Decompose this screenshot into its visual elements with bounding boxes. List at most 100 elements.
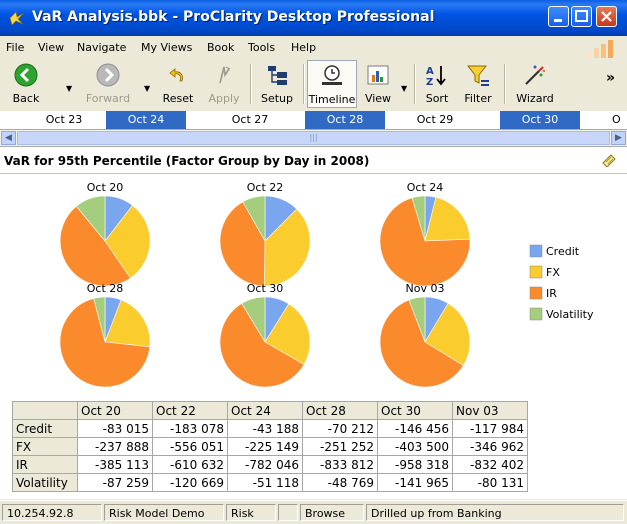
grid-cell[interactable]: -51 118 (227, 473, 303, 492)
grid-column-header[interactable]: Oct 28 (302, 401, 378, 420)
timeline-date-selected[interactable]: Oct 28 (305, 111, 385, 129)
scroll-right-icon[interactable]: ▶ (611, 131, 626, 145)
back-button[interactable]: Back (4, 60, 48, 108)
grid-cell[interactable]: -403 500 (377, 437, 453, 456)
menu-my-views[interactable]: My Views (141, 41, 192, 54)
legend-swatch-credit (529, 244, 543, 258)
grid-cell[interactable]: -225 149 (227, 437, 303, 456)
reset-label: Reset (162, 92, 194, 105)
status-database: Risk Model Demo (104, 504, 224, 521)
grid-column-header[interactable]: Oct 30 (377, 401, 453, 420)
grid-cell[interactable]: -346 962 (452, 437, 528, 456)
grid-cell[interactable]: -141 965 (377, 473, 453, 492)
table-row: FX -237 888 -556 051 -225 149 -251 252 -… (12, 437, 528, 456)
grid-column-header[interactable]: Nov 03 (452, 401, 528, 420)
grid-column-header[interactable]: Oct 20 (77, 401, 153, 420)
grid-cell[interactable]: -782 046 (227, 455, 303, 474)
back-dropdown-icon[interactable]: ▼ (66, 84, 72, 93)
grid-cell[interactable]: -83 015 (77, 419, 153, 438)
grid-cell[interactable]: -833 812 (302, 455, 378, 474)
menu-tools[interactable]: Tools (248, 41, 275, 54)
grid-cell[interactable]: -183 078 (152, 419, 228, 438)
view-button[interactable]: View (360, 60, 396, 108)
notes-icon[interactable] (601, 153, 617, 167)
timeline-date[interactable]: Oct 23 (24, 111, 104, 129)
grid-cell[interactable]: -43 188 (227, 419, 303, 438)
sort-label: Sort (425, 92, 449, 105)
wizard-wand-icon (525, 65, 546, 85)
data-grid[interactable]: Oct 20 Oct 22 Oct 24 Oct 28 Oct 30 Nov 0… (12, 401, 528, 492)
grid-row-header[interactable]: FX (12, 437, 78, 456)
timeline-date-selected[interactable]: Oct 30 (500, 111, 580, 129)
pie-oct-22[interactable]: Oct 22 (219, 181, 311, 287)
grid-cell[interactable]: -120 669 (152, 473, 228, 492)
reset-button[interactable]: Reset (156, 60, 200, 108)
back-arrow-icon (14, 63, 38, 87)
grid-cell[interactable]: -385 113 (77, 455, 153, 474)
grid-row-header[interactable]: Credit (12, 419, 78, 438)
timeline-date[interactable]: O (596, 111, 627, 129)
reset-icon (169, 68, 183, 82)
pie-label: Oct 28 (87, 282, 124, 295)
pie-oct-28[interactable]: Oct 28 (59, 282, 151, 388)
timeline-date[interactable]: Oct 29 (395, 111, 475, 129)
timeline-bar: Oct 23 Oct 24 Oct 27 Oct 28 Oct 29 Oct 3… (0, 111, 627, 130)
grid-cell[interactable]: -610 632 (152, 455, 228, 474)
grid-cell[interactable]: -70 212 (302, 419, 378, 438)
close-icon (601, 11, 612, 22)
svg-text:A: A (426, 66, 434, 77)
timeline-date-selected[interactable]: Oct 24 (106, 111, 186, 129)
grid-cell[interactable]: -80 131 (452, 473, 528, 492)
view-label: View (364, 92, 392, 105)
title-bar[interactable]: VaR Analysis.bbk - ProClarity Desktop Pr… (0, 0, 627, 36)
scroll-left-icon[interactable]: ◀ (1, 131, 16, 145)
filter-button[interactable]: Filter (458, 60, 498, 108)
chart-legend: Credit FX IR Volatility (529, 244, 594, 321)
grid-cell[interactable]: -832 402 (452, 455, 528, 474)
grid-corner (12, 401, 78, 420)
pie-oct-30[interactable]: Oct 30 (219, 282, 311, 388)
grid-cell[interactable]: -48 769 (302, 473, 378, 492)
minimize-button[interactable] (548, 6, 569, 27)
grid-cell[interactable]: -251 252 (302, 437, 378, 456)
grid-row-header[interactable]: Volatility (12, 473, 78, 492)
menu-help[interactable]: Help (291, 41, 316, 54)
maximize-button[interactable] (571, 6, 592, 27)
close-button[interactable] (596, 6, 617, 27)
forward-dropdown-icon[interactable]: ▼ (144, 84, 150, 93)
forward-label: Forward (85, 92, 131, 105)
grid-cell[interactable]: -237 888 (77, 437, 153, 456)
pie-nov-03[interactable]: Nov 03 (379, 282, 471, 388)
grid-column-header[interactable]: Oct 22 (152, 401, 228, 420)
toolbar-overflow-button[interactable]: » (606, 70, 615, 86)
timeline-date[interactable]: Oct 27 (210, 111, 290, 129)
wizard-button[interactable]: Wizard (510, 60, 560, 108)
apply-button[interactable]: Apply (204, 60, 244, 108)
grid-column-header[interactable]: Oct 24 (227, 401, 303, 420)
timeline-scrollbar[interactable]: ◀ ||| ▶ (0, 130, 627, 147)
setup-button[interactable]: Setup (256, 60, 298, 108)
view-dropdown-icon[interactable]: ▼ (401, 84, 407, 93)
menu-bar: File View Navigate My Views Book Tools H… (0, 36, 627, 59)
timeline-label: Timeline (308, 93, 356, 106)
sort-button[interactable]: A Z Sort (418, 60, 456, 108)
status-bar: 10.254.92.8 Risk Model Demo Risk Browse … (0, 500, 627, 524)
grid-cell[interactable]: -146 456 (377, 419, 453, 438)
timeline-button[interactable]: Timeline (307, 60, 357, 108)
menu-book[interactable]: Book (207, 41, 234, 54)
grid-cell[interactable]: -117 984 (452, 419, 528, 438)
menu-file[interactable]: File (6, 41, 24, 54)
menu-view[interactable]: View (38, 41, 64, 54)
pie-oct-20[interactable]: Oct 20 (59, 181, 151, 287)
grid-cell[interactable]: -958 318 (377, 455, 453, 474)
pie-oct-24[interactable]: Oct 24 (379, 181, 471, 287)
forward-button[interactable]: Forward (80, 60, 136, 108)
scroll-thumb[interactable]: ||| (17, 131, 610, 145)
legend-swatch-ir (529, 286, 543, 300)
grid-cell[interactable]: -556 051 (152, 437, 228, 456)
grid-cell[interactable]: -87 259 (77, 473, 153, 492)
menu-navigate[interactable]: Navigate (77, 41, 126, 54)
grid-row-header[interactable]: IR (12, 455, 78, 474)
legend-swatch-fx (529, 265, 543, 279)
pie-chart[interactable]: Oct 20 Oct 22 Oct 24 Oct 28 Oct 30 Nov 03 Cred… (0, 174, 627, 396)
